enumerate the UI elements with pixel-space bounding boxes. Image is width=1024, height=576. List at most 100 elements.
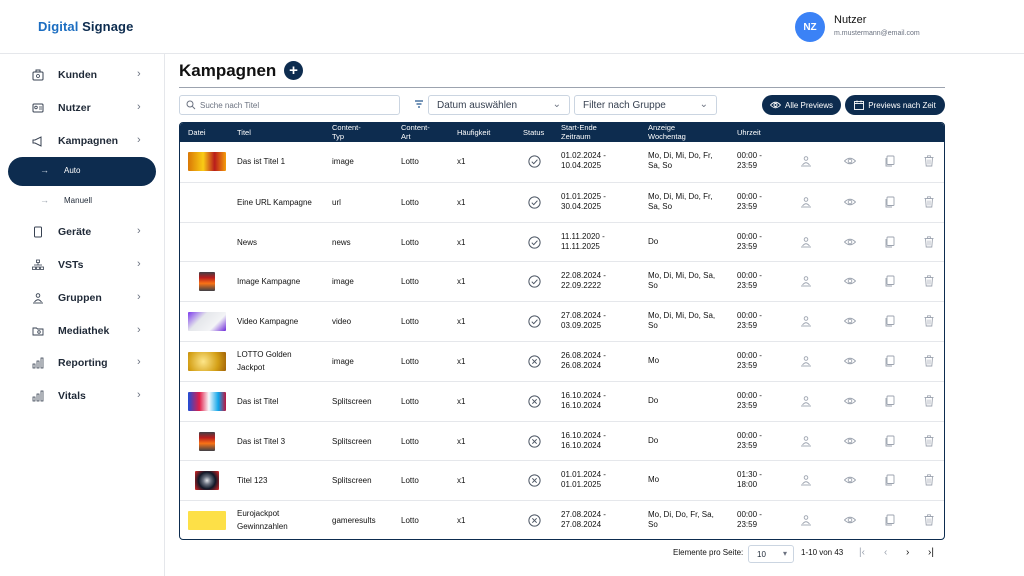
filter-icon[interactable] — [414, 99, 424, 109]
row-content-type: Splitscreen — [332, 396, 372, 406]
copy-icon[interactable] — [884, 275, 896, 287]
sidebar-item-vitals[interactable]: Vitals › — [0, 385, 165, 407]
assign-group-icon[interactable] — [800, 355, 812, 367]
sidebar-item-label: VSTs — [58, 259, 84, 271]
sidebar-subitem-manuell[interactable]: → Manuell — [8, 187, 156, 216]
per-page-label: Elemente pro Seite: — [673, 548, 744, 557]
preview-eye-icon[interactable] — [844, 196, 856, 208]
sidebar-item-geraete[interactable]: Geräte › — [0, 221, 165, 243]
row-title: Eurojackpot — [237, 509, 280, 519]
assign-group-icon[interactable] — [800, 236, 812, 248]
sidebar-item-gruppen[interactable]: Gruppen › — [0, 287, 165, 309]
sidebar-item-nutzer[interactable]: Nutzer › — [0, 97, 165, 119]
row-period-start: 16.10.2024 - — [561, 390, 606, 400]
row-weekdays: Mo — [648, 356, 660, 365]
row-frequency: x1 — [457, 317, 466, 327]
delete-icon[interactable] — [923, 235, 935, 248]
sidebar-item-kampagnen[interactable]: Kampagnen › — [0, 130, 165, 152]
preview-eye-icon[interactable] — [844, 236, 856, 248]
calendar-icon — [854, 100, 865, 110]
col-title: Titel — [237, 128, 251, 137]
next-page-icon[interactable]: › — [906, 547, 909, 558]
preview-eye-icon[interactable] — [844, 355, 856, 367]
preview-eye-icon[interactable] — [844, 514, 856, 526]
assign-group-icon[interactable] — [800, 196, 812, 208]
delete-icon[interactable] — [923, 155, 935, 167]
copy-icon[interactable] — [884, 355, 896, 367]
date-select[interactable]: Datum auswählen ⌄ — [428, 95, 570, 115]
avatar[interactable]: NZ — [795, 12, 825, 42]
row-title: LOTTO Golden — [237, 350, 292, 359]
row-weekdays: Mo — [648, 475, 660, 485]
copy-icon[interactable] — [884, 315, 896, 327]
last-page-icon[interactable]: ›| — [928, 547, 934, 558]
sidebar-item-kunden[interactable]: Kunden › — [0, 64, 165, 86]
row-content-kind: Lotto — [401, 357, 419, 366]
copy-icon[interactable] — [884, 474, 896, 486]
assign-group-icon[interactable] — [800, 514, 812, 526]
assign-group-icon[interactable] — [800, 155, 812, 167]
sidebar-item-vsts[interactable]: VSTs › — [0, 254, 165, 276]
sidebar-subitem-auto[interactable]: → Auto — [8, 157, 156, 186]
delete-icon[interactable] — [923, 474, 935, 486]
preview-eye-icon[interactable] — [844, 474, 856, 486]
chevron-right-icon: › — [137, 225, 141, 237]
status-active-icon — [528, 155, 541, 168]
row-weekdays: Do — [648, 435, 659, 445]
copy-icon[interactable] — [884, 196, 896, 208]
status-active-icon — [528, 235, 541, 249]
delete-icon[interactable] — [923, 315, 935, 327]
copy-icon[interactable] — [884, 236, 896, 248]
delete-icon[interactable] — [923, 355, 935, 367]
delete-icon[interactable] — [923, 434, 935, 447]
megaphone-icon — [32, 136, 42, 147]
assign-group-icon[interactable] — [800, 275, 812, 287]
user-email: m.mustermann@email.com — [834, 30, 920, 37]
assign-group-icon[interactable] — [800, 315, 812, 327]
previews-by-time-button[interactable]: Previews nach Zeit — [845, 95, 945, 115]
sidebar-item-label: Kampagnen — [58, 135, 119, 147]
copy-icon[interactable] — [884, 514, 896, 526]
file-thumbnail — [188, 312, 226, 332]
sidebar-item-mediathek[interactable]: Mediathek › — [0, 320, 165, 342]
preview-eye-icon[interactable] — [844, 395, 856, 407]
preview-eye-icon[interactable] — [844, 155, 856, 167]
copy-icon[interactable] — [884, 155, 896, 167]
search-input[interactable] — [200, 99, 395, 112]
sidebar-item-label: Gruppen — [58, 292, 102, 304]
prev-page-icon[interactable]: ‹ — [884, 547, 887, 558]
row-frequency: x1 — [457, 476, 466, 486]
assign-group-icon[interactable] — [800, 474, 812, 486]
row-content-kind: Lotto — [401, 157, 419, 166]
sidebar-item-label: Reporting — [58, 357, 108, 369]
delete-icon[interactable] — [923, 514, 935, 526]
preview-eye-icon[interactable] — [844, 275, 856, 287]
search-field[interactable] — [179, 95, 400, 115]
per-page-select[interactable]: 10 ▾ — [748, 545, 794, 563]
delete-icon[interactable] — [923, 395, 935, 407]
row-title: Das ist Titel — [237, 396, 279, 406]
chevron-right-icon: › — [137, 291, 141, 303]
group-filter-select[interactable]: Filter nach Gruppe ⌄ — [574, 95, 717, 115]
app-logo[interactable]: Digital Signage — [38, 19, 133, 34]
copy-icon[interactable] — [884, 395, 896, 407]
row-frequency: x1 — [457, 277, 466, 287]
first-page-icon[interactable]: |‹ — [859, 547, 865, 558]
row-weekdays: Do — [648, 395, 659, 405]
user-name[interactable]: Nutzer — [834, 14, 866, 26]
preview-eye-icon[interactable] — [844, 315, 856, 327]
delete-icon[interactable] — [923, 196, 935, 208]
add-campaign-button[interactable]: + — [284, 61, 303, 80]
row-period-start: 26.08.2024 - — [561, 351, 606, 360]
delete-icon[interactable] — [923, 275, 935, 287]
copy-icon[interactable] — [884, 435, 896, 447]
assign-group-icon[interactable] — [800, 395, 812, 407]
preview-eye-icon[interactable] — [844, 435, 856, 447]
row-title: News — [237, 237, 258, 247]
row-time-end: 23:59 — [737, 361, 758, 370]
row-content-kind: Lotto — [401, 277, 419, 287]
row-frequency: x1 — [457, 157, 466, 166]
all-previews-button[interactable]: Alle Previews — [762, 95, 841, 115]
assign-group-icon[interactable] — [800, 435, 812, 447]
sidebar-item-reporting[interactable]: Reporting › — [0, 352, 165, 374]
